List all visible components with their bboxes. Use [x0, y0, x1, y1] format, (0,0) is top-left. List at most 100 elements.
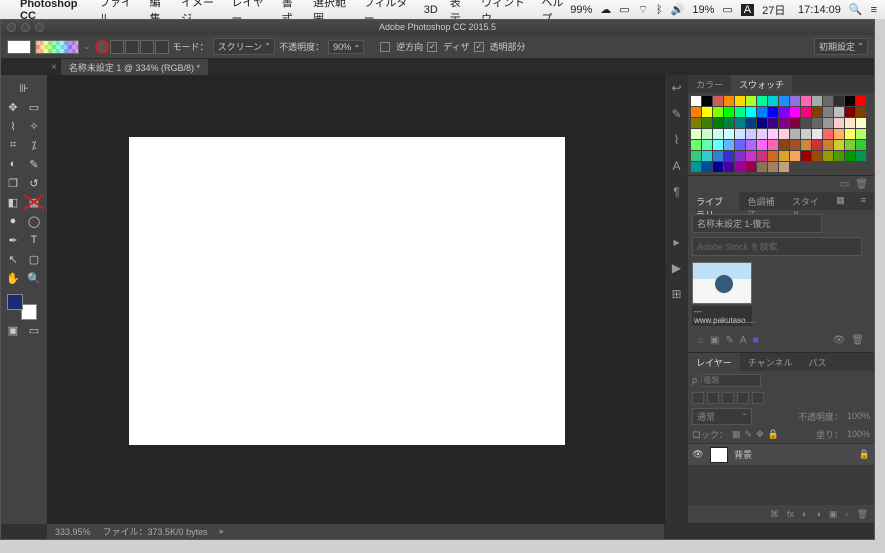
swatch[interactable]: [812, 96, 822, 106]
swatch[interactable]: [845, 118, 855, 128]
type-tool[interactable]: T: [24, 231, 44, 249]
channels-tab[interactable]: チャンネル: [740, 353, 801, 371]
new-layer-icon[interactable]: ▫: [845, 509, 848, 519]
layer-name[interactable]: 背景: [734, 448, 752, 461]
magic-wand-tool[interactable]: ✧: [24, 117, 44, 135]
swatch[interactable]: [757, 129, 767, 139]
swatch[interactable]: [823, 151, 833, 161]
swatch[interactable]: [801, 107, 811, 117]
layer-opacity-value[interactable]: 100%: [847, 411, 870, 421]
color-swatches[interactable]: [7, 294, 37, 320]
dither-checkbox[interactable]: [427, 42, 437, 52]
eraser-tool[interactable]: ◧: [3, 193, 23, 211]
swatch[interactable]: [790, 140, 800, 150]
swatch[interactable]: [713, 118, 723, 128]
char-icon[interactable]: A: [669, 159, 685, 175]
swatch[interactable]: [845, 107, 855, 117]
swatch[interactable]: [735, 118, 745, 128]
swatch[interactable]: [801, 129, 811, 139]
swatch[interactable]: [713, 129, 723, 139]
gradient-reflected[interactable]: [140, 40, 154, 54]
fill-value[interactable]: 100%: [847, 429, 870, 439]
libraries-tab[interactable]: ライブラリ: [688, 192, 739, 210]
swatch[interactable]: [757, 118, 767, 128]
lib-brush-icon[interactable]: ✎: [726, 335, 734, 346]
gradient-angle[interactable]: [125, 40, 139, 54]
swatch[interactable]: [834, 151, 844, 161]
battery-pct[interactable]: 19%: [692, 4, 714, 16]
swatch[interactable]: [856, 107, 866, 117]
blur-tool[interactable]: ●: [3, 212, 23, 230]
filter-pixel-icon[interactable]: [692, 392, 704, 404]
wifi-icon[interactable]: ⌔: [638, 3, 648, 17]
swatch[interactable]: [790, 151, 800, 161]
layer-filter-input[interactable]: [701, 374, 761, 387]
document-tab[interactable]: 名称未設定 1 @ 334% (RGB/8) *: [61, 59, 208, 76]
eyedropper-tool[interactable]: ⁒: [24, 136, 44, 154]
swatch[interactable]: [823, 129, 833, 139]
gradient-radial[interactable]: [110, 40, 124, 54]
history-brush-tool[interactable]: ↺: [24, 174, 44, 192]
lib-home-icon[interactable]: ⌂: [698, 335, 704, 346]
zoom-level[interactable]: 333.95%: [55, 527, 91, 537]
lock-pixels-icon[interactable]: ✎: [745, 429, 753, 440]
swatch[interactable]: [691, 118, 701, 128]
swatch[interactable]: [735, 96, 745, 106]
tab-handle[interactable]: ⊪: [3, 79, 45, 97]
swatch[interactable]: [779, 140, 789, 150]
swatch[interactable]: [834, 96, 844, 106]
file-size[interactable]: ファイル：373.5K/0 bytes: [103, 525, 208, 538]
swatch[interactable]: [702, 118, 712, 128]
paragraph-icon[interactable]: ¶: [669, 185, 685, 201]
volume-icon[interactable]: 🔊: [671, 3, 685, 16]
cloud-icon[interactable]: ☁︎: [600, 3, 611, 16]
menubar-pct[interactable]: 99%: [570, 4, 592, 16]
battery-icon[interactable]: ▭: [722, 3, 732, 16]
adjustments-tab[interactable]: 色調補正: [739, 192, 783, 210]
reverse-checkbox[interactable]: [380, 42, 390, 52]
swatch[interactable]: [735, 162, 745, 172]
swatch[interactable]: [779, 151, 789, 161]
menu-icon[interactable]: ≡: [871, 4, 877, 16]
blend-mode-dropdown[interactable]: スクリーン: [213, 38, 276, 55]
swatch[interactable]: [702, 151, 712, 161]
layers-tab[interactable]: レイヤー: [688, 353, 740, 371]
grid-view-icon[interactable]: ▦: [828, 192, 853, 210]
layer-visibility-toggle[interactable]: 👁: [692, 449, 704, 460]
filter-adjust-icon[interactable]: [707, 392, 719, 404]
swatch[interactable]: [691, 107, 701, 117]
swatch[interactable]: [768, 140, 778, 150]
trash-icon[interactable]: 🗑: [855, 179, 868, 190]
swatch[interactable]: [823, 107, 833, 117]
swatch[interactable]: [823, 96, 833, 106]
swatch[interactable]: [702, 162, 712, 172]
swatch[interactable]: [845, 96, 855, 106]
workspace-preset-dropdown[interactable]: 初期設定: [814, 38, 868, 55]
swatch[interactable]: [779, 118, 789, 128]
brush-presets-icon[interactable]: ✎: [669, 107, 685, 123]
brush-tool[interactable]: ✎: [24, 155, 44, 173]
swatch[interactable]: [823, 118, 833, 128]
swatch[interactable]: [768, 129, 778, 139]
dodge-tool[interactable]: ◯: [24, 212, 44, 230]
layer-row-background[interactable]: 👁 背景 🔒: [688, 443, 874, 465]
swatch[interactable]: [746, 118, 756, 128]
swatch[interactable]: [834, 118, 844, 128]
pen-tool[interactable]: ✒: [3, 231, 23, 249]
quick-mask-toggle[interactable]: ▣: [3, 321, 23, 339]
group-icon[interactable]: ▣: [829, 509, 838, 520]
swatch[interactable]: [779, 107, 789, 117]
swatch[interactable]: [845, 140, 855, 150]
path-select-tool[interactable]: ↖: [3, 250, 23, 268]
swatch[interactable]: [779, 162, 789, 172]
spotlight-icon[interactable]: 🔍: [849, 3, 863, 16]
swatch[interactable]: [691, 129, 701, 139]
swatch[interactable]: [812, 107, 822, 117]
swatch[interactable]: [735, 107, 745, 117]
swatch[interactable]: [757, 107, 767, 117]
rectangle-tool[interactable]: ▢: [24, 250, 44, 268]
paths-tab[interactable]: パス: [800, 353, 834, 371]
hand-tool[interactable]: ✋: [3, 269, 23, 287]
canvas-area[interactable]: [47, 75, 664, 524]
screen-mode-toggle[interactable]: ▭: [24, 321, 44, 339]
